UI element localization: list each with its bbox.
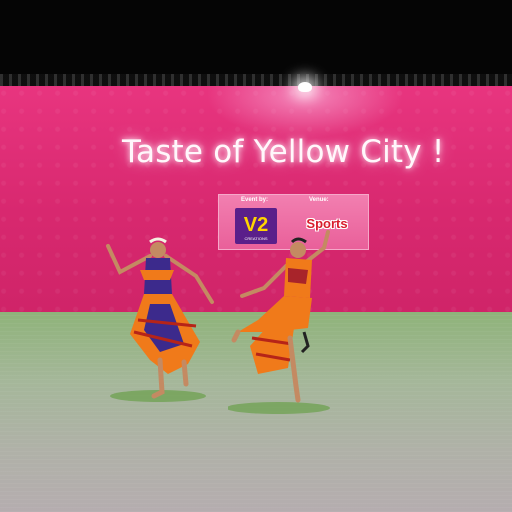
venue-label: Venue: — [309, 197, 329, 203]
event-by-label: Event by: — [241, 197, 269, 203]
event-title: Taste of Yellow City ! — [122, 134, 445, 170]
dancer-left — [106, 237, 214, 402]
stage-scene: Taste of Yellow City ! Event by: Venue: … — [0, 0, 512, 512]
spotlight-icon — [298, 82, 312, 92]
dancer-right — [228, 230, 330, 414]
